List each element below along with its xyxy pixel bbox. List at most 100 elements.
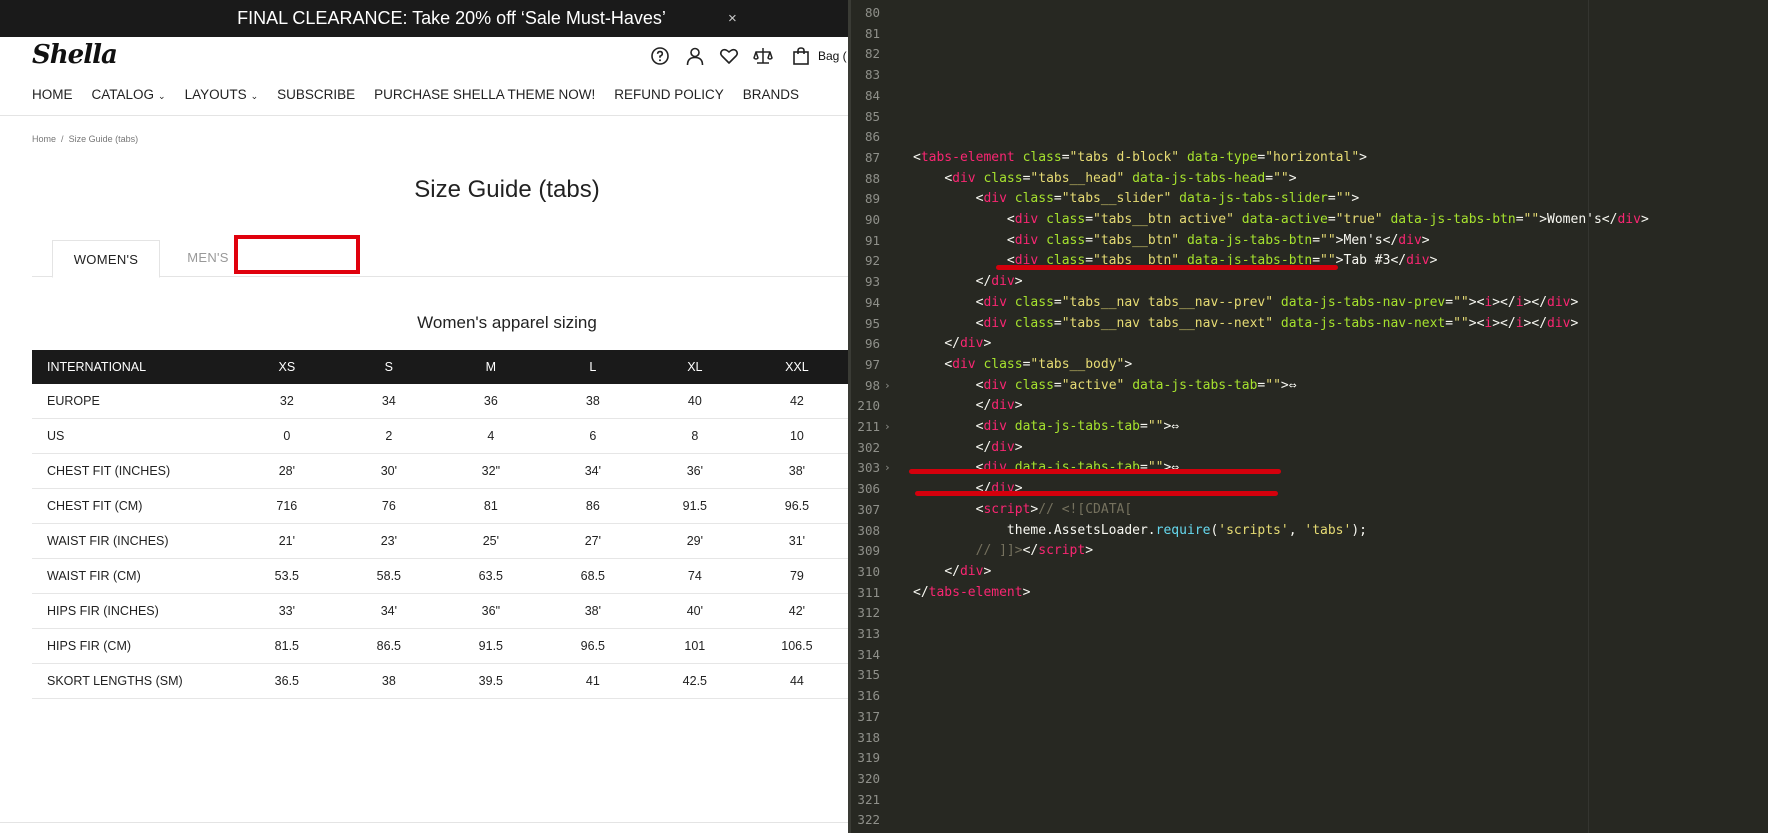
nav-subscribe[interactable]: SUBSCRIBE bbox=[277, 87, 355, 102]
line-number: 312 bbox=[857, 605, 880, 621]
table-cell: 74 bbox=[643, 558, 746, 594]
table-cell: 41 bbox=[541, 663, 644, 699]
table-row: WAIST FIR (CM) 53.5 58.5 63.5 68.5 74 79 bbox=[32, 558, 848, 594]
code-line[interactable]: </div> bbox=[913, 440, 1023, 455]
table-cell: 40' bbox=[643, 593, 746, 629]
code-line[interactable]: theme.AssetsLoader.require('scripts', 't… bbox=[913, 523, 1367, 538]
table-cell: 38 bbox=[541, 384, 644, 419]
line-number: 97 bbox=[864, 356, 880, 372]
bag-label[interactable]: Bag ( bbox=[818, 49, 847, 63]
line-number: 90 bbox=[864, 212, 880, 227]
code-line[interactable]: <div class="tabs__head" data-js-tabs-hea… bbox=[913, 171, 1296, 186]
line-number: 321 bbox=[857, 791, 880, 807]
help-icon[interactable] bbox=[650, 46, 670, 66]
nav-layouts[interactable]: LAYOUTS ⌄ bbox=[185, 87, 259, 102]
code-line[interactable]: </div> bbox=[913, 336, 991, 351]
code-line[interactable]: // ]]></script> bbox=[913, 543, 1093, 558]
nav-brands[interactable]: BRANDS bbox=[743, 87, 799, 102]
line-number: 317 bbox=[857, 708, 880, 724]
line-number: 96 bbox=[864, 336, 880, 352]
promo-text: FINAL CLEARANCE: Take 20% off ‘Sale Must… bbox=[237, 8, 666, 28]
code-line[interactable]: <div class="tabs__body"> bbox=[913, 357, 1132, 372]
code-line[interactable]: <div class="active" data-js-tabs-tab="">… bbox=[913, 378, 1297, 393]
code-line[interactable]: </tabs-element> bbox=[913, 585, 1030, 600]
table-cell: 716 bbox=[235, 488, 338, 524]
chevron-down-icon: ⌄ bbox=[250, 91, 259, 101]
table-cell: 34' bbox=[541, 453, 644, 489]
table-cell: 53.5 bbox=[235, 558, 338, 594]
size-tabs: WOMEN'S MEN'S bbox=[32, 240, 848, 278]
code-line[interactable]: <tabs-element class="tabs d-block" data-… bbox=[913, 150, 1367, 165]
code-line[interactable]: <div class="tabs__slider" data-js-tabs-s… bbox=[913, 191, 1360, 206]
table-cell: 8 bbox=[643, 418, 746, 454]
nav-purchase-label: PURCHASE SHELLA THEME NOW! bbox=[374, 87, 596, 102]
table-cell: 31' bbox=[745, 523, 848, 559]
line-number: 306 bbox=[857, 481, 880, 497]
line-number: 311 bbox=[857, 584, 880, 600]
line-number: 316 bbox=[857, 688, 880, 704]
table-row: HIPS FIR (CM) 81.5 86.5 91.5 96.5 101 106.5 bbox=[32, 628, 848, 664]
table-cell: 32" bbox=[439, 453, 542, 489]
table-cell: 96.5 bbox=[541, 628, 644, 664]
table-cell: 36" bbox=[439, 593, 542, 629]
breadcrumb: Home / Size Guide (tabs) bbox=[32, 134, 138, 144]
table-cell: EUROPE bbox=[32, 384, 236, 419]
line-number: 98 bbox=[864, 377, 880, 393]
fold-arrow-icon[interactable]: › bbox=[884, 461, 891, 474]
table-cell: 0 bbox=[235, 418, 338, 454]
line-number: 86 bbox=[864, 129, 880, 145]
line-number: 315 bbox=[857, 667, 880, 683]
table-cell: SKORT LENGTHS (SM) bbox=[32, 663, 236, 699]
code-line[interactable]: </div> bbox=[913, 398, 1023, 413]
table-cell: 91.5 bbox=[439, 628, 542, 664]
nav-purchase[interactable]: PURCHASE SHELLA THEME NOW! bbox=[374, 87, 595, 102]
line-number: 81 bbox=[864, 25, 880, 41]
code-line[interactable]: </div> bbox=[913, 564, 991, 579]
table-cell: 63.5 bbox=[439, 558, 542, 594]
breadcrumb-home[interactable]: Home bbox=[32, 134, 56, 144]
code-line[interactable]: <div class="tabs__nav tabs__nav--prev" d… bbox=[913, 295, 1579, 310]
code-line[interactable]: </div> bbox=[913, 274, 1023, 289]
table-cell: 38 bbox=[337, 663, 440, 699]
code-line[interactable]: <div class="tabs__btn active" data-activ… bbox=[913, 212, 1649, 227]
code-line[interactable]: <div class="tabs__btn" data-js-tabs-btn=… bbox=[913, 233, 1430, 248]
size-table: INTERNATIONAL XS S M L XL XXL EUROPE 32 34 36 38 40… bbox=[32, 350, 848, 699]
code-line[interactable]: <div class="tabs__nav tabs__nav--next" d… bbox=[913, 316, 1579, 331]
store-logo[interactable]: Shella bbox=[32, 40, 118, 70]
table-cell: 86 bbox=[541, 488, 644, 524]
table-cell: 21' bbox=[235, 523, 338, 559]
main-nav: HOME CATALOG ⌄ LAYOUTS ⌄ SUBSCRIBE PURCHAS… bbox=[32, 87, 818, 102]
line-number: 92 bbox=[864, 253, 880, 269]
user-icon[interactable] bbox=[685, 46, 705, 66]
table-header-cell: M bbox=[439, 350, 542, 384]
nav-refund[interactable]: REFUND POLICY bbox=[614, 87, 724, 102]
table-cell: 68.5 bbox=[541, 558, 644, 594]
fold-arrow-icon[interactable]: › bbox=[884, 420, 891, 433]
table-row: CHEST FIT (INCHES) 28' 30' 32" 34' 36' 38' bbox=[32, 453, 848, 489]
nav-catalog[interactable]: CATALOG ⌄ bbox=[92, 87, 166, 102]
table-cell: CHEST FIT (CM) bbox=[32, 488, 236, 524]
code-line[interactable]: <div data-js-tabs-tab="">⇔ bbox=[913, 419, 1180, 434]
fold-arrow-icon[interactable]: › bbox=[884, 379, 891, 392]
heart-icon[interactable] bbox=[719, 46, 739, 66]
line-number: 91 bbox=[864, 232, 880, 248]
line-number: 84 bbox=[864, 87, 880, 103]
table-cell: 101 bbox=[643, 628, 746, 664]
footer-divider bbox=[0, 822, 848, 823]
nav-refund-label: REFUND POLICY bbox=[614, 87, 724, 102]
table-heading: Women's apparel sizing bbox=[417, 313, 597, 332]
code-line[interactable]: <script>// <![CDATA[ bbox=[913, 502, 1133, 517]
strikethrough-annotation bbox=[909, 469, 1281, 474]
store-page: FINAL CLEARANCE: Take 20% off ‘Sale Must… bbox=[0, 0, 848, 833]
table-cell: HIPS FIR (INCHES) bbox=[32, 593, 236, 629]
table-cell: 38' bbox=[745, 453, 848, 489]
nav-home[interactable]: HOME bbox=[32, 87, 73, 102]
code-editor[interactable]: 80 81 82 83 84 85 86 87 <tabs-element class="tab… bbox=[848, 0, 1768, 833]
line-number: 93 bbox=[864, 274, 880, 290]
promo-close-button[interactable]: × bbox=[728, 10, 737, 27]
bag-icon[interactable] bbox=[791, 46, 811, 66]
tab-womens[interactable]: WOMEN'S bbox=[52, 240, 160, 278]
table-cell: 36.5 bbox=[235, 663, 338, 699]
compare-icon[interactable] bbox=[753, 46, 773, 66]
table-header-cell: INTERNATIONAL bbox=[32, 350, 236, 384]
